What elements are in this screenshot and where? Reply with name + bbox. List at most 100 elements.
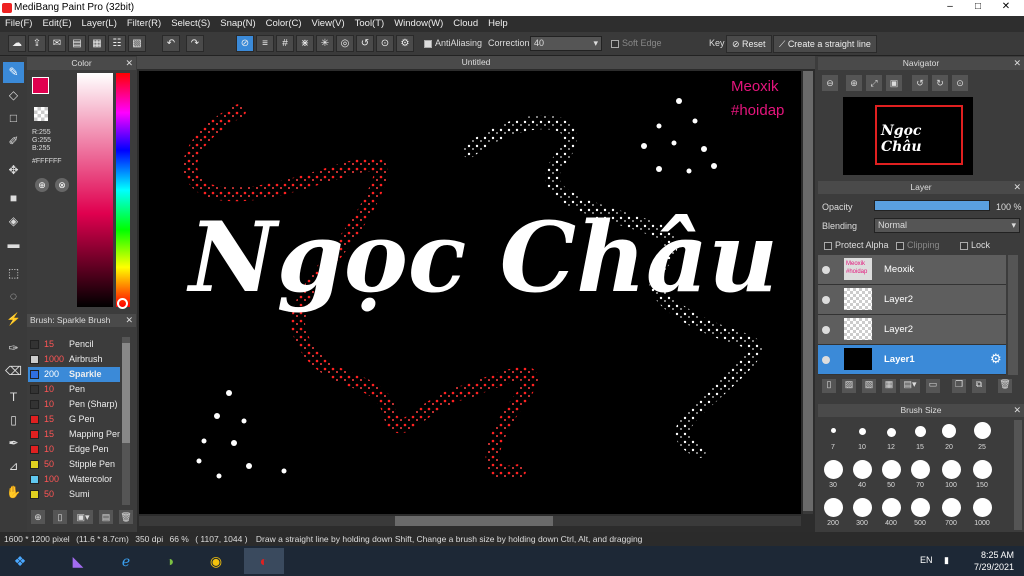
menu-filter[interactable]: Filter(R)	[122, 16, 166, 31]
divide-tool-icon[interactable]: ▯	[3, 410, 24, 431]
brush-size-option[interactable]: 70	[907, 460, 933, 489]
brush-size-option[interactable]: 1000	[969, 498, 995, 527]
coccoc-browser-icon[interactable]: ◑	[152, 548, 188, 574]
close-icon[interactable]: ✕	[1013, 181, 1021, 194]
brush-size-option[interactable]: 300	[849, 498, 875, 527]
menu-edit[interactable]: Edit(E)	[37, 16, 76, 31]
palette-icon[interactable]: ⊕	[35, 178, 49, 192]
gear-icon[interactable]: ⚙	[990, 351, 1002, 367]
menu-help[interactable]: Help	[483, 16, 513, 31]
brush-item[interactable]: 1000 Airbrush	[28, 352, 120, 367]
menu-cloud[interactable]: Cloud	[448, 16, 483, 31]
menu-color[interactable]: Color(C)	[261, 16, 307, 31]
new-brush-icon[interactable]: ▯	[53, 510, 67, 524]
brush-item[interactable]: 10 Pen (Sharp)	[28, 397, 120, 412]
menu-snap[interactable]: Snap(N)	[215, 16, 260, 31]
rect-select-icon[interactable]: ⬚	[3, 263, 24, 284]
new-layer-icon[interactable]: ▯	[822, 379, 836, 393]
radial-snap-icon[interactable]: ✳	[316, 35, 334, 52]
menu-select[interactable]: Select(S)	[166, 16, 215, 31]
new-8bit-layer-icon[interactable]: ▧	[862, 379, 876, 393]
canvas-tab[interactable]: Untitled	[137, 56, 815, 69]
visibility-icon[interactable]	[822, 326, 830, 334]
settings-list-icon[interactable]: ☷	[108, 35, 126, 52]
palette2-icon[interactable]: ⊗	[55, 178, 69, 192]
soft-edge-checkbox[interactable]: Soft Edge	[611, 38, 662, 48]
brush-size-option[interactable]: 150	[969, 460, 995, 489]
brush-size-option[interactable]: 200	[820, 498, 846, 527]
hue-handle[interactable]	[117, 298, 128, 309]
brush-size-option[interactable]: 12	[878, 428, 904, 451]
straight-line-button[interactable]: ⟋ Create a straight line	[773, 35, 877, 53]
add-brush-icon[interactable]: ⊕	[31, 510, 45, 524]
grid-snap-icon[interactable]: #	[276, 35, 294, 52]
maximize-button[interactable]: □	[966, 0, 990, 14]
comment-icon[interactable]: ✉	[48, 35, 66, 52]
internet-explorer-icon[interactable]: ℯ	[108, 548, 144, 574]
new-file-icon[interactable]: ▤	[68, 35, 86, 52]
actual-size-icon[interactable]: ▣	[886, 75, 902, 91]
duplicate-layer-icon[interactable]: ❐	[952, 379, 966, 393]
network-icon[interactable]: ▮	[944, 555, 954, 565]
medibang-taskbar-icon[interactable]: ◐	[244, 548, 284, 574]
redo-icon[interactable]: ↷	[186, 35, 204, 52]
layer-row[interactable]: Layer2	[818, 285, 1006, 315]
save-icon[interactable]: ▦	[88, 35, 106, 52]
curve-snap-icon[interactable]: ↺	[356, 35, 374, 52]
brush-settings-icon[interactable]: ▤	[99, 510, 113, 524]
menu-layer[interactable]: Layer(L)	[77, 16, 122, 31]
minimize-button[interactable]: –	[938, 0, 962, 14]
vertical-scrollbar[interactable]	[803, 71, 813, 514]
fill-shape-icon[interactable]: ■	[3, 188, 24, 209]
text-tool-icon[interactable]: T	[3, 387, 24, 408]
brush-size-option[interactable]: 15	[907, 426, 933, 451]
blending-select[interactable]: Normal ▾	[874, 218, 1020, 233]
visibility-icon[interactable]	[822, 296, 830, 304]
brush-size-option[interactable]: 25	[969, 422, 995, 451]
primary-color-swatch[interactable]	[32, 77, 49, 94]
eyedropper-icon[interactable]: ✒	[3, 433, 24, 454]
select-eraser-icon[interactable]: ⌫	[3, 361, 24, 382]
layer-row[interactable]: Layer2	[818, 315, 1006, 345]
menu-window[interactable]: Window(W)	[389, 16, 448, 31]
parallel-snap-icon[interactable]: ≡	[256, 35, 274, 52]
correction-select[interactable]: 40 ▾	[530, 36, 602, 51]
navigator-preview[interactable]: Ngọc Châu	[843, 97, 973, 175]
clipping-checkbox[interactable]: Clipping	[896, 240, 940, 250]
new-1bit-layer-icon[interactable]: ▦	[882, 379, 896, 393]
brush-item[interactable]: 50 Stipple Pen	[28, 457, 120, 472]
menu-view[interactable]: View(V)	[307, 16, 350, 31]
brush-size-scrollbar[interactable]	[1014, 420, 1022, 530]
layer-scrollbar[interactable]	[1008, 255, 1018, 375]
menu-tool[interactable]: Tool(T)	[350, 16, 390, 31]
perspective-snap-icon[interactable]: ⋇	[296, 35, 314, 52]
brush-item[interactable]: 15 Mapping Pen	[28, 427, 120, 442]
rotate-left-icon[interactable]: ↺	[912, 75, 928, 91]
lock-checkbox[interactable]: Lock	[960, 240, 990, 250]
menu-file[interactable]: File(F)	[0, 16, 37, 31]
snap-off-icon[interactable]: ⊘	[236, 35, 254, 52]
layer-menu-icon[interactable]: ▤▾	[900, 379, 920, 393]
hand-tool-icon[interactable]: ✋	[3, 482, 24, 503]
clock[interactable]: 8:25 AM 7/29/2021	[954, 549, 1014, 573]
transparent-swatch[interactable]	[34, 107, 48, 121]
select-pen-icon[interactable]: ✐	[3, 131, 24, 152]
brush-item[interactable]: 15 G Pen	[28, 412, 120, 427]
circle-snap-icon[interactable]: ⊙	[376, 35, 394, 52]
antialiasing-checkbox[interactable]: AntiAliasing	[424, 38, 482, 48]
scrollbar-thumb[interactable]	[122, 343, 130, 443]
new-halftone-layer-icon[interactable]: ▨	[842, 379, 856, 393]
fit-icon[interactable]: ⤢	[866, 75, 882, 91]
upload-icon[interactable]: ⇪	[28, 35, 46, 52]
visibility-icon[interactable]	[822, 266, 830, 274]
protect-alpha-checkbox[interactable]: Protect Alpha	[824, 240, 889, 250]
canvas[interactable]: Ngọc Châu Meoxik #hoidap	[139, 71, 801, 514]
close-icon[interactable]: ✕	[125, 57, 133, 70]
lasso-select-icon[interactable]: ◌	[3, 286, 24, 307]
brush-item[interactable]: 100 Watercolor	[28, 472, 120, 487]
horizontal-scrollbar[interactable]	[139, 516, 801, 526]
brush-size-option[interactable]: 10	[849, 428, 875, 451]
saturation-brightness-picker[interactable]	[77, 73, 113, 307]
brush-size-option[interactable]: 20	[936, 424, 962, 451]
close-button[interactable]: ✕	[994, 0, 1018, 14]
